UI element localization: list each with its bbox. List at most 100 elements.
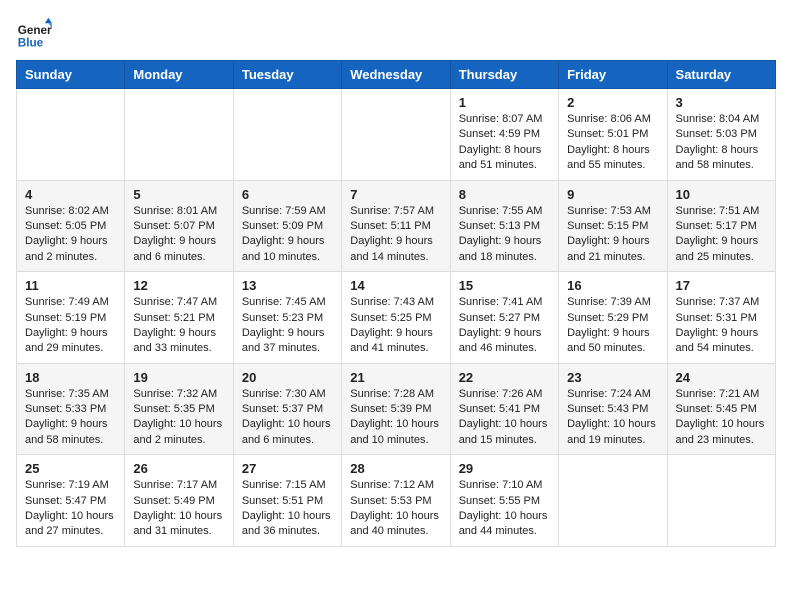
day-cell: 12 Sunrise: 7:47 AM Sunset: 5:21 PM Dayli… bbox=[125, 272, 233, 364]
day-cell: 6 Sunrise: 7:59 AM Sunset: 5:09 PM Daylig… bbox=[233, 180, 341, 272]
week-row-2: 4 Sunrise: 8:02 AM Sunset: 5:05 PM Daylig… bbox=[17, 180, 776, 272]
day-info: Sunrise: 7:45 AM Sunset: 5:23 PM Dayligh… bbox=[242, 295, 333, 357]
day-cell: 14 Sunrise: 7:43 AM Sunset: 5:25 PM Dayli… bbox=[342, 272, 450, 364]
day-number: 22 bbox=[459, 370, 550, 385]
day-cell: 5Sunrise: 8:01 AM Sunset: 5:07 PM Daylig… bbox=[125, 180, 233, 272]
day-cell: 2 Sunrise: 8:06 AM Sunset: 5:01 PM Daylig… bbox=[559, 89, 667, 181]
day-info: Sunrise: 7:49 AM Sunset: 5:19 PM Dayligh… bbox=[25, 295, 116, 357]
day-cell bbox=[559, 455, 667, 547]
day-info: Sunrise: 7:32 AM Sunset: 5:35 PM Dayligh… bbox=[133, 387, 224, 449]
weekday-header-monday: Monday bbox=[125, 61, 233, 89]
day-number: 8 bbox=[459, 187, 550, 202]
day-number: 6 bbox=[242, 187, 333, 202]
day-cell: 8 Sunrise: 7:55 AM Sunset: 5:13 PM Daylig… bbox=[450, 180, 558, 272]
day-number: 13 bbox=[242, 278, 333, 293]
weekday-header-sunday: Sunday bbox=[17, 61, 125, 89]
day-cell: 20Sunrise: 7:30 AM Sunset: 5:37 PM Dayli… bbox=[233, 363, 341, 455]
day-cell: 15 Sunrise: 7:41 AM Sunset: 5:27 PM Dayli… bbox=[450, 272, 558, 364]
day-cell bbox=[233, 89, 341, 181]
day-cell: 19 Sunrise: 7:32 AM Sunset: 5:35 PM Dayli… bbox=[125, 363, 233, 455]
day-number: 18 bbox=[25, 370, 116, 385]
day-info: Sunrise: 7:43 AM Sunset: 5:25 PM Dayligh… bbox=[350, 295, 441, 357]
day-info: Sunrise: 8:07 AM Sunset: 4:59 PM Dayligh… bbox=[459, 112, 550, 174]
day-info: Sunrise: 7:21 AM Sunset: 5:45 PM Dayligh… bbox=[676, 387, 767, 449]
day-cell: 11Sunrise: 7:49 AM Sunset: 5:19 PM Dayli… bbox=[17, 272, 125, 364]
day-info: Sunrise: 8:01 AM Sunset: 5:07 PM Dayligh… bbox=[133, 204, 224, 266]
day-number: 1 bbox=[459, 95, 550, 110]
day-cell bbox=[17, 89, 125, 181]
day-info: Sunrise: 7:19 AM Sunset: 5:47 PM Dayligh… bbox=[25, 478, 116, 540]
day-cell: 24 Sunrise: 7:21 AM Sunset: 5:45 PM Dayli… bbox=[667, 363, 775, 455]
day-cell: 21Sunrise: 7:28 AM Sunset: 5:39 PM Dayli… bbox=[342, 363, 450, 455]
day-number: 15 bbox=[459, 278, 550, 293]
day-info: Sunrise: 8:04 AM Sunset: 5:03 PM Dayligh… bbox=[676, 112, 767, 174]
day-number: 7 bbox=[350, 187, 441, 202]
day-info: Sunrise: 7:26 AM Sunset: 5:41 PM Dayligh… bbox=[459, 387, 550, 449]
day-cell: 23 Sunrise: 7:24 AM Sunset: 5:43 PM Dayli… bbox=[559, 363, 667, 455]
day-number: 19 bbox=[133, 370, 224, 385]
calendar-table: SundayMondayTuesdayWednesdayThursdayFrid… bbox=[16, 60, 776, 547]
svg-text:General: General bbox=[18, 24, 52, 37]
day-info: Sunrise: 7:10 AM Sunset: 5:55 PM Dayligh… bbox=[459, 478, 550, 540]
weekday-header-saturday: Saturday bbox=[667, 61, 775, 89]
day-info: Sunrise: 8:02 AM Sunset: 5:05 PM Dayligh… bbox=[25, 204, 116, 266]
day-cell: 22 Sunrise: 7:26 AM Sunset: 5:41 PM Dayli… bbox=[450, 363, 558, 455]
day-number: 16 bbox=[567, 278, 658, 293]
day-info: Sunrise: 7:39 AM Sunset: 5:29 PM Dayligh… bbox=[567, 295, 658, 357]
day-info: Sunrise: 7:15 AM Sunset: 5:51 PM Dayligh… bbox=[242, 478, 333, 540]
day-info: Sunrise: 7:41 AM Sunset: 5:27 PM Dayligh… bbox=[459, 295, 550, 357]
day-number: 10 bbox=[676, 187, 767, 202]
weekday-header-thursday: Thursday bbox=[450, 61, 558, 89]
week-row-4: 18 Sunrise: 7:35 AM Sunset: 5:33 PM Dayli… bbox=[17, 363, 776, 455]
day-number: 23 bbox=[567, 370, 658, 385]
day-number: 9 bbox=[567, 187, 658, 202]
day-number: 25 bbox=[25, 461, 116, 476]
weekday-header-wednesday: Wednesday bbox=[342, 61, 450, 89]
day-cell: 25 Sunrise: 7:19 AM Sunset: 5:47 PM Dayli… bbox=[17, 455, 125, 547]
day-number: 29 bbox=[459, 461, 550, 476]
day-number: 4 bbox=[25, 187, 116, 202]
day-cell bbox=[125, 89, 233, 181]
day-info: Sunrise: 7:28 AM Sunset: 5:39 PM Dayligh… bbox=[350, 387, 441, 449]
day-number: 28 bbox=[350, 461, 441, 476]
day-cell: 28 Sunrise: 7:12 AM Sunset: 5:53 PM Dayli… bbox=[342, 455, 450, 547]
day-info: Sunrise: 7:59 AM Sunset: 5:09 PM Dayligh… bbox=[242, 204, 333, 266]
day-cell: 1 Sunrise: 8:07 AM Sunset: 4:59 PM Daylig… bbox=[450, 89, 558, 181]
day-info: Sunrise: 7:35 AM Sunset: 5:33 PM Dayligh… bbox=[25, 387, 116, 449]
day-info: Sunrise: 8:06 AM Sunset: 5:01 PM Dayligh… bbox=[567, 112, 658, 174]
week-row-3: 11Sunrise: 7:49 AM Sunset: 5:19 PM Dayli… bbox=[17, 272, 776, 364]
day-cell: 16 Sunrise: 7:39 AM Sunset: 5:29 PM Dayli… bbox=[559, 272, 667, 364]
week-row-5: 25 Sunrise: 7:19 AM Sunset: 5:47 PM Dayli… bbox=[17, 455, 776, 547]
day-number: 12 bbox=[133, 278, 224, 293]
day-number: 26 bbox=[133, 461, 224, 476]
day-info: Sunrise: 7:57 AM Sunset: 5:11 PM Dayligh… bbox=[350, 204, 441, 266]
day-number: 24 bbox=[676, 370, 767, 385]
day-cell: 9 Sunrise: 7:53 AM Sunset: 5:15 PM Daylig… bbox=[559, 180, 667, 272]
day-cell: 29 Sunrise: 7:10 AM Sunset: 5:55 PM Dayli… bbox=[450, 455, 558, 547]
day-cell: 3 Sunrise: 8:04 AM Sunset: 5:03 PM Daylig… bbox=[667, 89, 775, 181]
day-cell: 18 Sunrise: 7:35 AM Sunset: 5:33 PM Dayli… bbox=[17, 363, 125, 455]
week-row-1: 1 Sunrise: 8:07 AM Sunset: 4:59 PM Daylig… bbox=[17, 89, 776, 181]
day-info: Sunrise: 7:24 AM Sunset: 5:43 PM Dayligh… bbox=[567, 387, 658, 449]
day-cell: 4 Sunrise: 8:02 AM Sunset: 5:05 PM Daylig… bbox=[17, 180, 125, 272]
day-cell: 17Sunrise: 7:37 AM Sunset: 5:31 PM Dayli… bbox=[667, 272, 775, 364]
header: General Blue bbox=[16, 16, 776, 52]
day-info: Sunrise: 7:12 AM Sunset: 5:53 PM Dayligh… bbox=[350, 478, 441, 540]
day-cell: 26Sunrise: 7:17 AM Sunset: 5:49 PM Dayli… bbox=[125, 455, 233, 547]
day-number: 14 bbox=[350, 278, 441, 293]
weekday-header-tuesday: Tuesday bbox=[233, 61, 341, 89]
day-number: 2 bbox=[567, 95, 658, 110]
day-info: Sunrise: 7:55 AM Sunset: 5:13 PM Dayligh… bbox=[459, 204, 550, 266]
day-number: 3 bbox=[676, 95, 767, 110]
day-info: Sunrise: 7:47 AM Sunset: 5:21 PM Dayligh… bbox=[133, 295, 224, 357]
day-cell: 7 Sunrise: 7:57 AM Sunset: 5:11 PM Daylig… bbox=[342, 180, 450, 272]
weekday-header-row: SundayMondayTuesdayWednesdayThursdayFrid… bbox=[17, 61, 776, 89]
logo: General Blue bbox=[16, 16, 52, 52]
day-info: Sunrise: 7:51 AM Sunset: 5:17 PM Dayligh… bbox=[676, 204, 767, 266]
day-cell: 10 Sunrise: 7:51 AM Sunset: 5:17 PM Dayli… bbox=[667, 180, 775, 272]
day-cell bbox=[667, 455, 775, 547]
day-info: Sunrise: 7:53 AM Sunset: 5:15 PM Dayligh… bbox=[567, 204, 658, 266]
day-info: Sunrise: 7:30 AM Sunset: 5:37 PM Dayligh… bbox=[242, 387, 333, 449]
day-cell: 13 Sunrise: 7:45 AM Sunset: 5:23 PM Dayli… bbox=[233, 272, 341, 364]
day-number: 27 bbox=[242, 461, 333, 476]
